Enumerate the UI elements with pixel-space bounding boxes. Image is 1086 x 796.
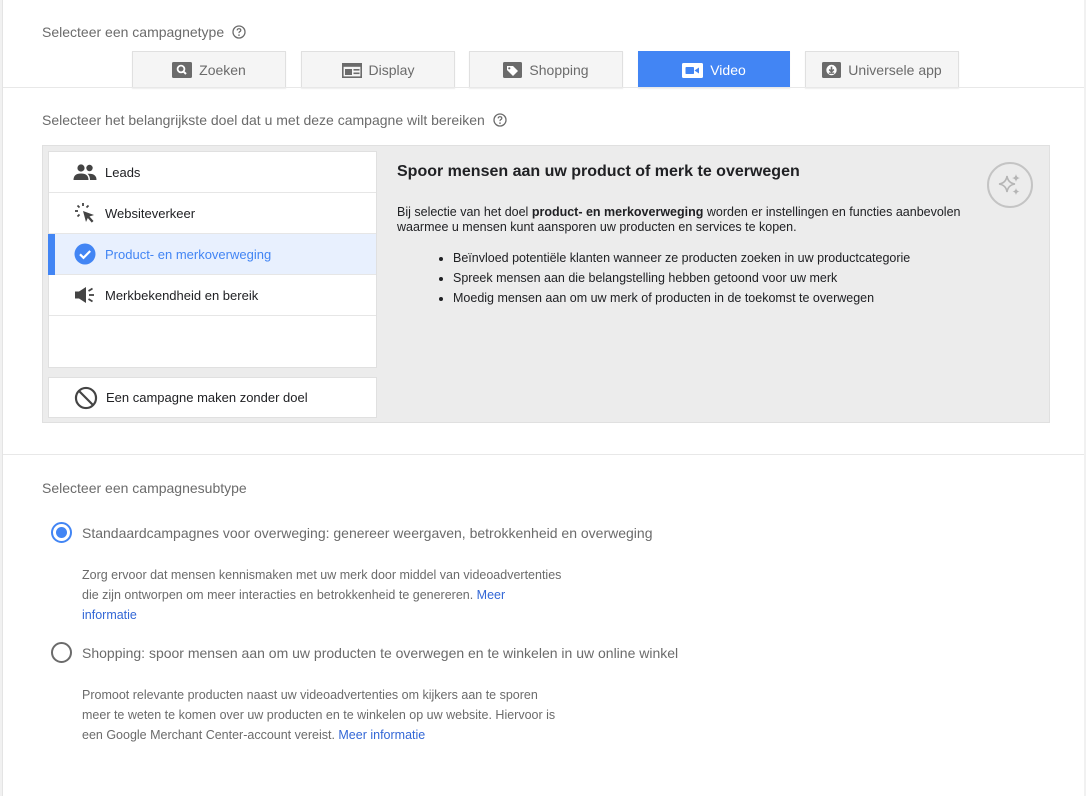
goal-list: Leads Websiteverkeer Product- en merkove…	[48, 151, 377, 368]
subtype-option-standaard[interactable]: Standaardcampagnes voor overweging: gene…	[51, 522, 652, 543]
goal-item-leads[interactable]: Leads	[49, 152, 376, 193]
section-divider	[3, 87, 1084, 88]
check-circle-icon	[73, 242, 97, 266]
video-camera-icon	[682, 62, 704, 78]
tab-universele-app[interactable]: Universele app	[805, 51, 959, 88]
subtype-option-label: Shopping: spoor mensen aan om uw product…	[82, 644, 679, 661]
cursor-click-icon	[73, 201, 97, 225]
sparkle-icon	[987, 162, 1033, 208]
subtype-section-title: Selecteer een campagnesubtype	[42, 480, 247, 496]
goal-item-product-merkoverweging[interactable]: Product- en merkoverweging	[48, 234, 376, 275]
tab-label: Video	[710, 62, 746, 78]
help-icon[interactable]	[493, 113, 507, 127]
shopping-tag-icon	[503, 62, 523, 78]
goal-item-merkbekendheid[interactable]: Merkbekendheid en bereik	[49, 275, 376, 316]
help-icon[interactable]	[232, 25, 246, 39]
goal-description-heading: Spoor mensen aan uw product of merk te o…	[397, 163, 800, 180]
goal-item-label: Leads	[105, 164, 141, 180]
search-icon	[172, 62, 193, 78]
goal-panel: Leads Websiteverkeer Product- en merkove…	[42, 145, 1050, 423]
goal-none-button[interactable]: Een campagne maken zonder doel	[48, 377, 377, 418]
campaign-type-section-title: Selecteer een campagnetype	[42, 24, 246, 40]
people-icon	[73, 160, 97, 184]
learn-more-link[interactable]: informatie	[82, 608, 137, 622]
learn-more-link[interactable]: Meer	[477, 588, 505, 602]
goal-item-label: Websiteverkeer	[105, 205, 196, 221]
goal-item-label: Product- en merkoverweging	[105, 246, 272, 262]
megaphone-icon	[73, 283, 97, 307]
subtype-option-label: Standaardcampagnes voor overweging: gene…	[82, 524, 653, 541]
tab-zoeken[interactable]: Zoeken	[132, 51, 286, 88]
tab-shopping[interactable]: Shopping	[469, 51, 623, 88]
goal-description-text: Bij selectie van het doel product- en me…	[397, 205, 961, 234]
tab-label: Display	[368, 62, 415, 78]
campaign-type-title: Selecteer een campagnetype	[42, 24, 225, 40]
list-item: Spreek mensen aan die belangstelling heb…	[453, 269, 910, 289]
subtype-title: Selecteer een campagnesubtype	[42, 480, 247, 496]
display-icon	[341, 62, 362, 78]
tab-label: Shopping	[529, 62, 589, 78]
window-left-edge	[0, 0, 3, 796]
section-divider	[3, 454, 1084, 455]
tab-label: Zoeken	[199, 62, 246, 78]
radio-button-unchecked[interactable]	[51, 642, 72, 663]
tab-video[interactable]: Video	[638, 51, 790, 88]
list-item: Moedig mensen aan om uw merk of producte…	[453, 289, 910, 309]
goal-item-websiteverkeer[interactable]: Websiteverkeer	[49, 193, 376, 234]
app-download-icon	[822, 62, 842, 78]
radio-button-checked[interactable]	[51, 522, 72, 543]
goal-description-bullets: Beïnvloed potentiële klanten wanneer ze …	[453, 249, 910, 309]
list-item: Beïnvloed potentiële klanten wanneer ze …	[453, 249, 910, 269]
block-icon	[74, 386, 98, 409]
learn-more-link[interactable]: Meer informatie	[338, 728, 425, 742]
goal-title: Selecteer het belangrijkste doel dat u m…	[42, 112, 485, 128]
goal-none-label: Een campagne maken zonder doel	[106, 390, 308, 405]
goal-section-title: Selecteer het belangrijkste doel dat u m…	[42, 112, 507, 128]
subtype-option-description: Zorg ervoor dat mensen kennismaken met u…	[82, 568, 562, 622]
tab-display[interactable]: Display	[301, 51, 455, 88]
subtype-option-shopping[interactable]: Shopping: spoor mensen aan om uw product…	[51, 642, 678, 663]
subtype-option-description: Promoot relevante producten naast uw vid…	[82, 688, 556, 742]
tab-label: Universele app	[848, 62, 942, 78]
selected-indicator	[48, 234, 55, 275]
goal-item-label: Merkbekendheid en bereik	[105, 287, 259, 303]
